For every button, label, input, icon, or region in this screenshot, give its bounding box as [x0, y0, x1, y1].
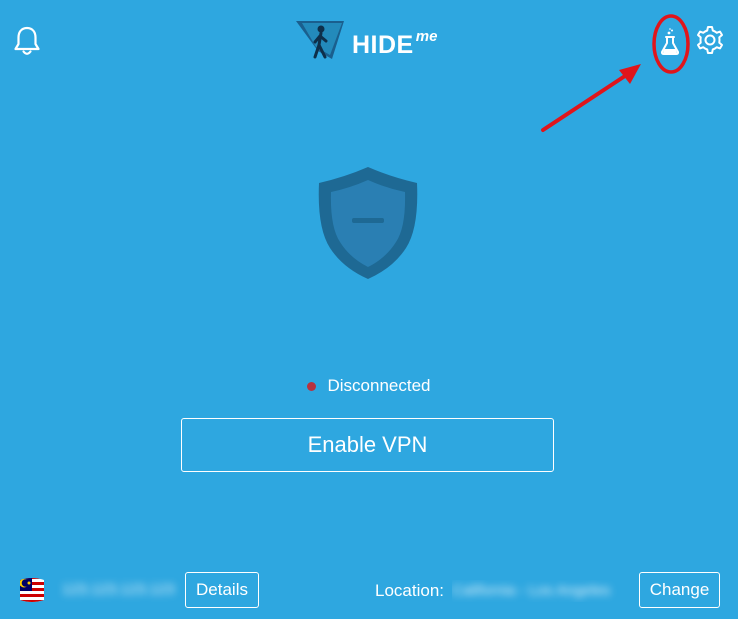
location-label: Location: — [375, 581, 444, 600]
shield-icon — [313, 164, 423, 282]
details-button[interactable]: Details — [185, 572, 259, 608]
location-value: California - Los Angeles — [452, 580, 632, 602]
status-dot — [307, 381, 317, 391]
annotation-overlay — [541, 14, 690, 132]
connection-status: Disconnected — [0, 376, 738, 396]
flask-icon[interactable] — [656, 26, 684, 58]
logo-text: HIDE — [352, 30, 414, 59]
change-location-button[interactable]: Change — [639, 572, 720, 608]
ip-address: 123.123.123.123 — [62, 579, 178, 601]
bell-icon[interactable] — [8, 22, 46, 60]
enable-vpn-button[interactable]: Enable VPN — [181, 418, 554, 472]
status-text: Disconnected — [327, 376, 431, 395]
gear-icon[interactable] — [692, 22, 728, 58]
annotation-arrow — [541, 72, 630, 132]
annotation-arrowhead — [619, 64, 641, 84]
logo-suffix: me — [415, 27, 438, 45]
ip-address-text: 123.123.123.123 — [62, 581, 175, 598]
location-value-text: California - Los Angeles — [452, 582, 611, 599]
hideme-logo: HIDE me — [294, 16, 454, 68]
logo-mark-icon — [296, 21, 344, 59]
malaysia-flag-icon — [16, 574, 48, 606]
